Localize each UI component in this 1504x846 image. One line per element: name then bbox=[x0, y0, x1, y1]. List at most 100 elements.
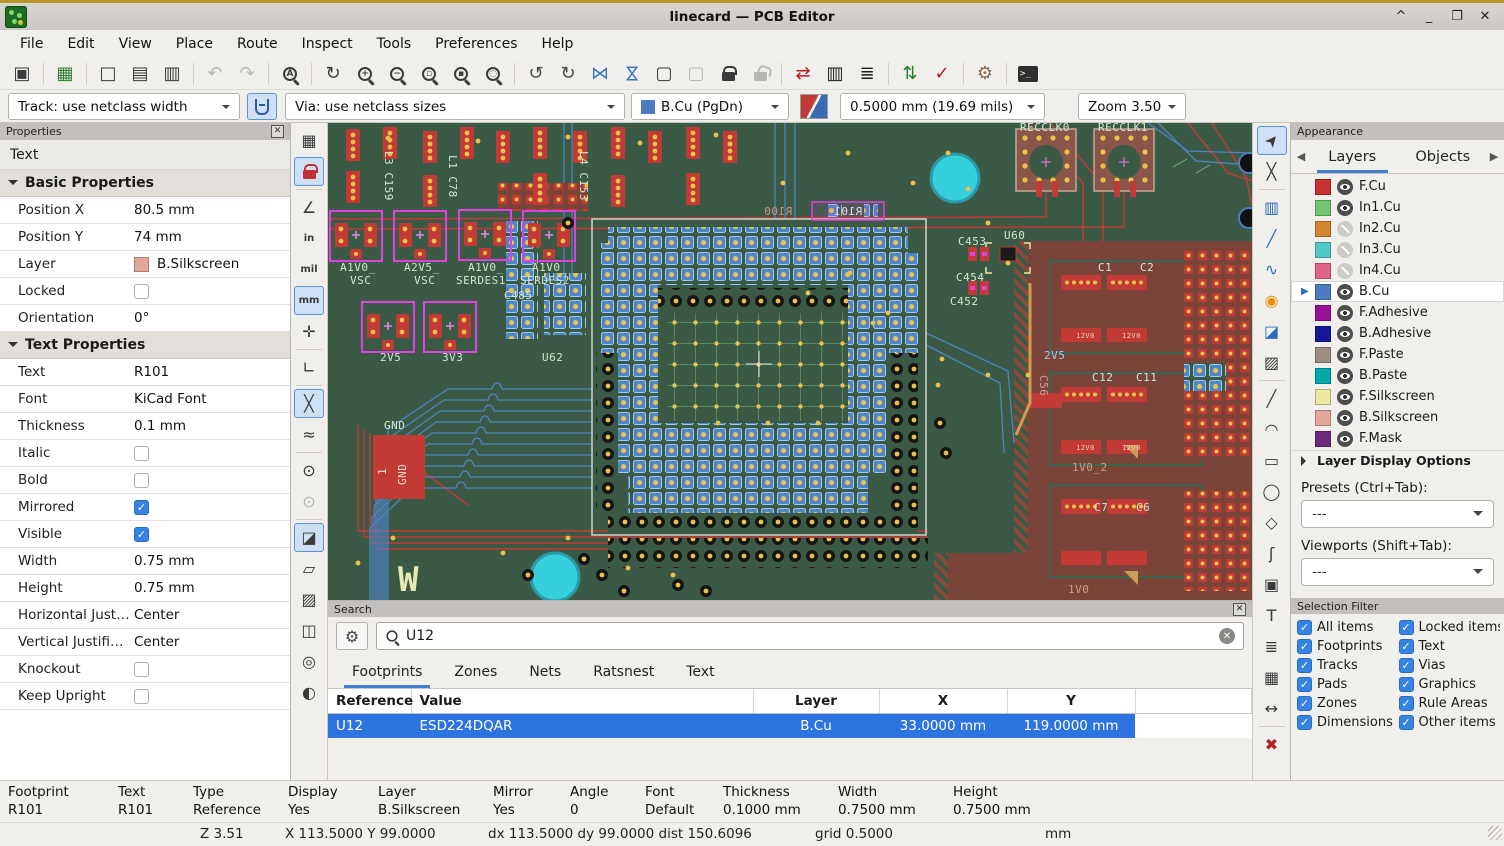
silkscreen-label[interactable]: SERDES1 bbox=[456, 274, 506, 287]
silkscreen-label[interactable]: C453 bbox=[958, 235, 987, 248]
units-mm-button[interactable]: mm bbox=[294, 286, 324, 315]
layer-row-in3-cu[interactable]: In3.Cu bbox=[1291, 239, 1504, 260]
silkscreen-label[interactable]: VSC bbox=[350, 274, 371, 287]
section-header[interactable]: Basic Properties bbox=[0, 170, 290, 197]
silkscreen-label[interactable]: 1V0_2 bbox=[1072, 461, 1108, 474]
property-value[interactable]: Center bbox=[130, 634, 290, 650]
silkscreen-label[interactable]: 3V3 bbox=[442, 351, 463, 364]
silkscreen-label[interactable]: A1V0_ bbox=[468, 261, 504, 274]
polar-coordinates-button[interactable]: ∠ bbox=[294, 193, 324, 222]
visibility-eye-icon[interactable] bbox=[1337, 284, 1353, 300]
visibility-hidden-icon[interactable] bbox=[1337, 263, 1353, 279]
search-settings-button[interactable]: ⚙ bbox=[336, 622, 368, 650]
search-tab-nets[interactable]: Nets bbox=[515, 658, 575, 688]
silkscreen-label[interactable]: RECCLK0 bbox=[1020, 123, 1070, 134]
silkscreen-label[interactable]: C12 bbox=[1092, 371, 1113, 384]
silkscreen-label[interactable]: VSC bbox=[414, 274, 435, 287]
property-value[interactable]: R101 bbox=[130, 364, 290, 380]
resize-grip[interactable] bbox=[1488, 826, 1502, 840]
layer-row-b-silkscreen[interactable]: B.Silkscreen bbox=[1291, 407, 1504, 428]
curved-ratsnest-button[interactable]: ≈ bbox=[294, 420, 324, 449]
silkscreen-label[interactable]: 12V0 bbox=[1122, 444, 1141, 452]
layer-color-swatch[interactable] bbox=[1315, 263, 1331, 279]
silkscreen-label[interactable]: C11 bbox=[1136, 371, 1157, 384]
column-header-value[interactable]: Value bbox=[411, 689, 753, 714]
page-settings-button[interactable]: □ bbox=[94, 60, 122, 88]
tab-layers[interactable]: Layers bbox=[1307, 142, 1398, 172]
visibility-hidden-icon[interactable] bbox=[1337, 221, 1353, 237]
search-input[interactable]: U12 ✕ bbox=[376, 622, 1244, 650]
layer-color-swatch[interactable] bbox=[1315, 221, 1331, 237]
zone-outline-mode-button[interactable]: ▱ bbox=[294, 554, 324, 583]
visibility-hidden-icon[interactable] bbox=[1337, 242, 1353, 258]
zoom-in-button[interactable]: + bbox=[351, 60, 379, 88]
layer-color-swatch[interactable] bbox=[1315, 200, 1331, 216]
router-tool-button[interactable]: ⚙ bbox=[971, 60, 999, 88]
menu-place[interactable]: Place bbox=[166, 33, 223, 55]
silkscreen-label[interactable]: 12V0 bbox=[1076, 444, 1095, 452]
property-value[interactable] bbox=[130, 662, 290, 677]
checkbox[interactable] bbox=[134, 527, 149, 542]
filter-vias[interactable]: Vias bbox=[1399, 658, 1501, 673]
redo-button[interactable]: ↷ bbox=[233, 60, 261, 88]
print-button[interactable]: ▤ bbox=[126, 60, 154, 88]
filter-graphics[interactable]: Graphics bbox=[1399, 677, 1501, 692]
filter-pads[interactable]: Pads bbox=[1297, 677, 1399, 692]
filter-locked-items[interactable]: Locked items bbox=[1399, 620, 1501, 635]
draw-rectangle-button[interactable]: ▭ bbox=[1257, 446, 1287, 475]
menu-view[interactable]: View bbox=[109, 33, 162, 55]
silkscreen-label[interactable]: C452 bbox=[950, 295, 979, 308]
silkscreen-label[interactable]: 12V0 bbox=[1076, 332, 1095, 340]
filter-footprints[interactable]: Footprints bbox=[1297, 639, 1399, 654]
vias-outline-mode-button[interactable]: ◎ bbox=[294, 647, 324, 676]
pads-outline-mode-button[interactable]: ◫ bbox=[294, 616, 324, 645]
pcb-canvas[interactable]: L3 C159L1 C78L4 C153A1V0_VSCA2V5_VSCA1V0… bbox=[328, 123, 1252, 600]
filter-rule-areas[interactable]: Rule Areas bbox=[1399, 696, 1501, 711]
add-text-button[interactable]: T bbox=[1257, 601, 1287, 630]
layer-color-swatch[interactable] bbox=[1315, 431, 1331, 447]
tune-length-button[interactable]: ∿ bbox=[1257, 255, 1287, 284]
layer-row-f-silkscreen[interactable]: F.Silkscreen bbox=[1291, 386, 1504, 407]
visibility-eye-icon[interactable] bbox=[1337, 368, 1353, 384]
silkscreen-label[interactable]: 1 bbox=[376, 468, 389, 475]
presets-select[interactable]: --- bbox=[1301, 500, 1494, 528]
menu-preferences[interactable]: Preferences bbox=[425, 33, 527, 55]
checkbox[interactable] bbox=[1297, 715, 1312, 730]
property-value[interactable]: 0° bbox=[130, 310, 290, 326]
section-header[interactable]: Text Properties bbox=[0, 332, 290, 359]
property-value[interactable]: 0.1 mm bbox=[130, 418, 290, 434]
layer-row-f-adhesive[interactable]: F.Adhesive bbox=[1291, 302, 1504, 323]
delete-tool-button[interactable]: ✖ bbox=[1257, 730, 1287, 759]
layer-row-b-adhesive[interactable]: B.Adhesive bbox=[1291, 323, 1504, 344]
visibility-eye-icon[interactable] bbox=[1337, 431, 1353, 447]
filter-other-items[interactable]: Other items bbox=[1399, 715, 1501, 730]
zoom-fit-page-button[interactable]: ▫ bbox=[415, 60, 443, 88]
checkbox[interactable] bbox=[134, 284, 149, 299]
checkbox[interactable] bbox=[1399, 715, 1414, 730]
silkscreen-label[interactable]: C2 bbox=[1140, 261, 1154, 274]
property-value[interactable]: 0.75 mm bbox=[130, 553, 290, 569]
result-row-u12[interactable]: U12ESD224DQARB.Cu33.0000 mm119.0000 mm bbox=[328, 714, 1252, 739]
silkscreen-label[interactable]: 2V5 bbox=[1044, 349, 1065, 362]
add-table-button[interactable]: ▦ bbox=[1257, 663, 1287, 692]
layer-color-swatch[interactable] bbox=[1315, 410, 1331, 426]
column-header-x[interactable]: X bbox=[879, 689, 1007, 714]
sketch-mode-button[interactable]: ∟ bbox=[294, 353, 324, 382]
checkbox[interactable] bbox=[1297, 620, 1312, 635]
visibility-eye-icon[interactable] bbox=[1337, 410, 1353, 426]
search-libraries-button[interactable]: ▥ bbox=[821, 60, 849, 88]
silkscreen-label[interactable]: 12V0 bbox=[1122, 332, 1141, 340]
tab-objects[interactable]: Objects bbox=[1398, 142, 1489, 172]
checkbox[interactable] bbox=[1297, 677, 1312, 692]
checkbox[interactable] bbox=[134, 689, 149, 704]
rotate-ccw-button[interactable]: ↺ bbox=[522, 60, 550, 88]
property-value[interactable] bbox=[130, 446, 290, 461]
plot-button[interactable]: ▥ bbox=[158, 60, 186, 88]
checkbox[interactable] bbox=[134, 446, 149, 461]
silkscreen-label[interactable]: C1 bbox=[1098, 261, 1112, 274]
close-icon[interactable]: ✕ bbox=[271, 125, 284, 138]
menu-help[interactable]: Help bbox=[532, 33, 584, 55]
checkbox[interactable] bbox=[1399, 696, 1414, 711]
silkscreen-label[interactable]: RECCLK1 bbox=[1098, 123, 1148, 134]
ungroup-items-button[interactable]: ▢ bbox=[682, 60, 710, 88]
